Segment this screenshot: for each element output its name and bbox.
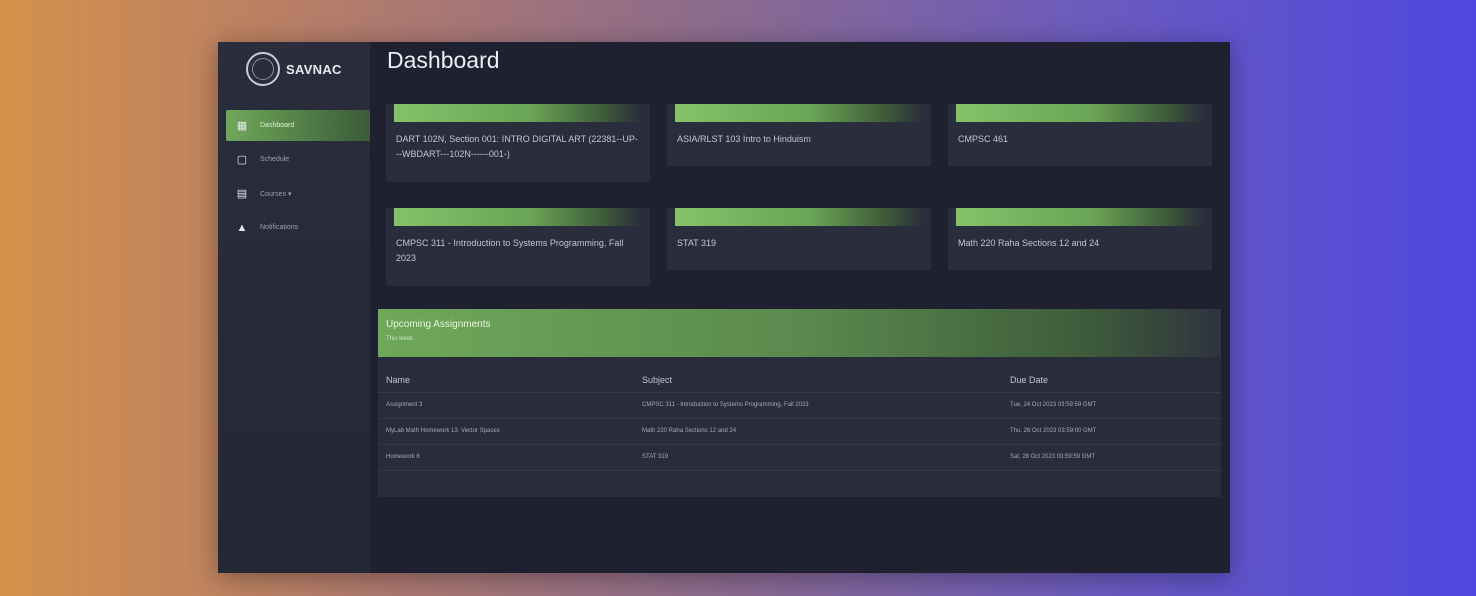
main-content: Dashboard DART 102N, Section 001: INTRO …	[370, 42, 1230, 573]
course-card[interactable]: CMPSC 461	[948, 104, 1212, 166]
assignment-subject: Math 220 Raha Sections 12 and 24	[634, 418, 1002, 445]
course-card[interactable]: ASIA/RLST 103 Intro to Hinduism	[667, 104, 931, 166]
calendar-icon: ▢	[236, 154, 248, 166]
assignment-subject: STAT 319	[634, 444, 1002, 471]
course-name: STAT 319	[677, 238, 717, 248]
course-color-bar	[394, 104, 642, 122]
brand-name: SAVNAC	[286, 61, 342, 77]
sidebar-item-courses[interactable]: ▤ Courses ▾	[218, 178, 370, 209]
upcoming-assignments-panel: Upcoming Assignments This week Name Subj…	[378, 309, 1221, 497]
assignments-subtitle: This week	[386, 336, 414, 342]
course-color-bar	[394, 208, 642, 226]
course-color-bar	[675, 208, 923, 226]
course-card[interactable]: STAT 319	[667, 208, 931, 270]
book-icon: ▤	[236, 188, 248, 200]
sidebar-item-schedule[interactable]: ▢ Schedule	[218, 144, 370, 175]
course-grid: DART 102N, Section 001: INTRO DIGITAL AR…	[386, 104, 1212, 286]
sidebar-item-notifications[interactable]: ▲ Notifications	[218, 212, 370, 243]
column-header-subject[interactable]: Subject	[634, 371, 1002, 393]
assignments-table: Name Subject Due Date Assignment 3 CMPSC…	[378, 371, 1221, 471]
sidebar-item-label: Notifications	[260, 224, 299, 231]
course-name: CMPSC 461	[958, 134, 1009, 144]
table-header-row: Name Subject Due Date	[378, 371, 1221, 393]
sidebar-item-dashboard[interactable]: ▦ Dashboard	[226, 110, 370, 141]
course-color-bar	[675, 104, 923, 122]
assignment-due-date: Sat, 28 Oct 2023 03:59:59 GMT	[1002, 444, 1221, 471]
brand[interactable]: SAVNAC	[218, 42, 370, 96]
grid-icon: ▦	[236, 120, 248, 132]
sidebar: SAVNAC ▦ Dashboard ▢ Schedule ▤ Courses …	[218, 42, 370, 573]
course-card[interactable]: DART 102N, Section 001: INTRO DIGITAL AR…	[386, 104, 650, 182]
assignment-name[interactable]: MyLab Math Homework 13: Vector Spaces	[378, 418, 634, 445]
course-color-bar	[956, 208, 1204, 226]
sidebar-item-label: Dashboard	[260, 122, 295, 129]
course-name: Math 220 Raha Sections 12 and 24	[958, 238, 1100, 248]
course-card[interactable]: Math 220 Raha Sections 12 and 24	[948, 208, 1212, 270]
course-name: DART 102N, Section 001: INTRO DIGITAL AR…	[396, 134, 638, 159]
assignment-name[interactable]: Homework 6	[378, 444, 634, 471]
app-window: SAVNAC ▦ Dashboard ▢ Schedule ▤ Courses …	[218, 42, 1230, 573]
column-header-due-date[interactable]: Due Date	[1002, 371, 1221, 393]
table-row[interactable]: MyLab Math Homework 13: Vector Spaces Ma…	[378, 418, 1221, 445]
assignments-title: Upcoming Assignments	[386, 319, 491, 330]
course-card[interactable]: CMPSC 311 - Introduction to Systems Prog…	[386, 208, 650, 286]
page-title: Dashboard	[387, 47, 500, 73]
sidebar-item-label: Schedule	[260, 156, 290, 163]
assignment-due-date: Thu, 26 Oct 2023 03:59:00 GMT	[1002, 418, 1221, 445]
course-name: ASIA/RLST 103 Intro to Hinduism	[677, 134, 811, 144]
assignments-header: Upcoming Assignments This week	[378, 309, 1221, 357]
course-color-bar	[956, 104, 1204, 122]
assignment-name[interactable]: Assignment 3	[378, 392, 634, 419]
table-row[interactable]: Assignment 3 CMPSC 311 - Introduction to…	[378, 392, 1221, 419]
course-name: CMPSC 311 - Introduction to Systems Prog…	[396, 238, 624, 263]
assignment-due-date: Tue, 24 Oct 2023 03:59:59 GMT	[1002, 392, 1221, 419]
bell-icon: ▲	[236, 221, 248, 234]
sidebar-item-label: Courses ▾	[260, 190, 292, 198]
sidebar-nav: ▦ Dashboard ▢ Schedule ▤ Courses ▾ ▲ Not…	[218, 110, 370, 243]
assignment-subject: CMPSC 311 - Introduction to Systems Prog…	[634, 392, 1002, 419]
logo-icon	[246, 52, 280, 86]
column-header-name[interactable]: Name	[378, 371, 634, 393]
table-row[interactable]: Homework 6 STAT 319 Sat, 28 Oct 2023 03:…	[378, 444, 1221, 471]
